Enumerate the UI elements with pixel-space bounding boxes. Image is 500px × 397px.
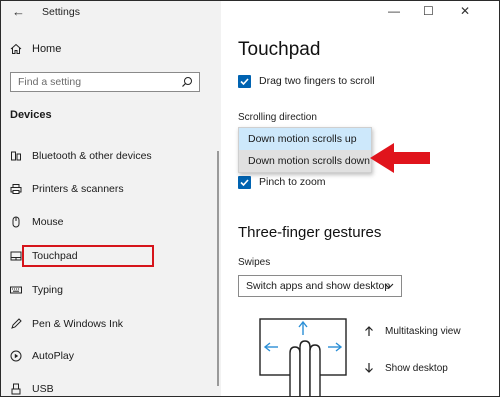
sidebar-item-printers[interactable]: Printers & scanners: [10, 179, 124, 199]
home-icon: [10, 43, 22, 54]
checkmark-icon: [240, 78, 249, 86]
home-label: Home: [32, 43, 62, 55]
maximize-button[interactable]: ☐: [423, 4, 434, 18]
dropdown-option-scrolls-down[interactable]: Down motion scrolls down: [239, 150, 371, 172]
chevron-down-icon: [384, 283, 394, 289]
sidebar-item-label: Bluetooth & other devices: [32, 150, 152, 162]
page-title: Touchpad: [238, 39, 321, 60]
back-button[interactable]: ←: [12, 4, 25, 19]
pinch-zoom-checkbox[interactable]: [238, 176, 251, 189]
three-finger-gestures-title: Three-finger gestures: [238, 224, 382, 241]
sidebar-item-label: USB: [32, 383, 54, 395]
title-bar: ← Settings: [1, 1, 221, 23]
printer-icon: [10, 184, 22, 194]
sidebar-item-label: Pen & Windows Ink: [32, 318, 124, 330]
annotation-arrow-icon: [370, 143, 430, 173]
sidebar-item-label: Mouse: [32, 216, 64, 228]
sidebar-item-pen[interactable]: Pen & Windows Ink: [10, 314, 123, 334]
sidebar-item-label: Printers & scanners: [32, 183, 124, 195]
window-title: Settings: [42, 6, 80, 18]
sidebar-item-usb[interactable]: USB: [10, 379, 54, 396]
sidebar-scrollbar[interactable]: [217, 151, 219, 386]
drag-scroll-label: Drag two fingers to scroll: [259, 75, 375, 87]
arrow-up-icon: [365, 326, 373, 336]
usb-icon: [11, 383, 21, 395]
sidebar-item-bluetooth[interactable]: Bluetooth & other devices: [10, 146, 152, 166]
section-title: Devices: [10, 109, 52, 121]
swipes-select[interactable]: Switch apps and show desktop: [238, 275, 402, 297]
sidebar-item-mouse[interactable]: Mouse: [10, 212, 64, 232]
scrolling-direction-dropdown[interactable]: Down motion scrolls up Down motion scrol…: [238, 127, 372, 173]
touchpad-icon: [10, 251, 22, 261]
three-finger-gesture-illustration-icon: [259, 318, 347, 396]
bluetooth-icon: [11, 151, 21, 161]
minimize-button[interactable]: —: [388, 4, 400, 18]
mouse-icon: [12, 216, 20, 228]
main-content: — ☐ ✕ Touchpad Drag two fingers to scrol…: [221, 1, 499, 396]
autoplay-icon: [10, 350, 22, 362]
sidebar: ← Settings Home Find a setting Devices B…: [1, 1, 221, 396]
gesture-down-row: Show desktop: [363, 362, 448, 374]
touchpad-highlight-box: [22, 245, 154, 267]
gesture-up-row: Multitasking view: [363, 325, 461, 337]
sidebar-item-label: AutoPlay: [32, 350, 75, 362]
pen-icon: [11, 318, 22, 329]
search-input[interactable]: Find a setting: [10, 72, 200, 92]
settings-window: ← Settings Home Find a setting Devices B…: [0, 0, 500, 397]
sidebar-item-autoplay[interactable]: AutoPlay: [10, 346, 74, 366]
scrolling-direction-label: Scrolling direction: [238, 112, 317, 123]
home-nav-item[interactable]: Home: [10, 43, 61, 55]
pinch-zoom-label: Pinch to zoom: [259, 176, 326, 188]
sidebar-item-typing[interactable]: Typing: [10, 280, 63, 300]
gesture-up-label: Multitasking view: [385, 325, 461, 337]
keyboard-icon: [10, 286, 22, 294]
drag-scroll-checkbox[interactable]: [238, 75, 251, 88]
swipes-value: Switch apps and show desktop: [246, 280, 391, 292]
arrow-down-icon: [365, 363, 373, 373]
close-button[interactable]: ✕: [460, 4, 470, 18]
search-placeholder: Find a setting: [18, 76, 82, 88]
checkmark-icon: [240, 179, 249, 187]
swipes-label: Swipes: [238, 257, 271, 268]
search-icon[interactable]: [181, 76, 193, 88]
gesture-down-label: Show desktop: [385, 362, 448, 374]
sidebar-item-label: Typing: [32, 284, 63, 296]
dropdown-option-scrolls-up[interactable]: Down motion scrolls up: [239, 128, 371, 150]
